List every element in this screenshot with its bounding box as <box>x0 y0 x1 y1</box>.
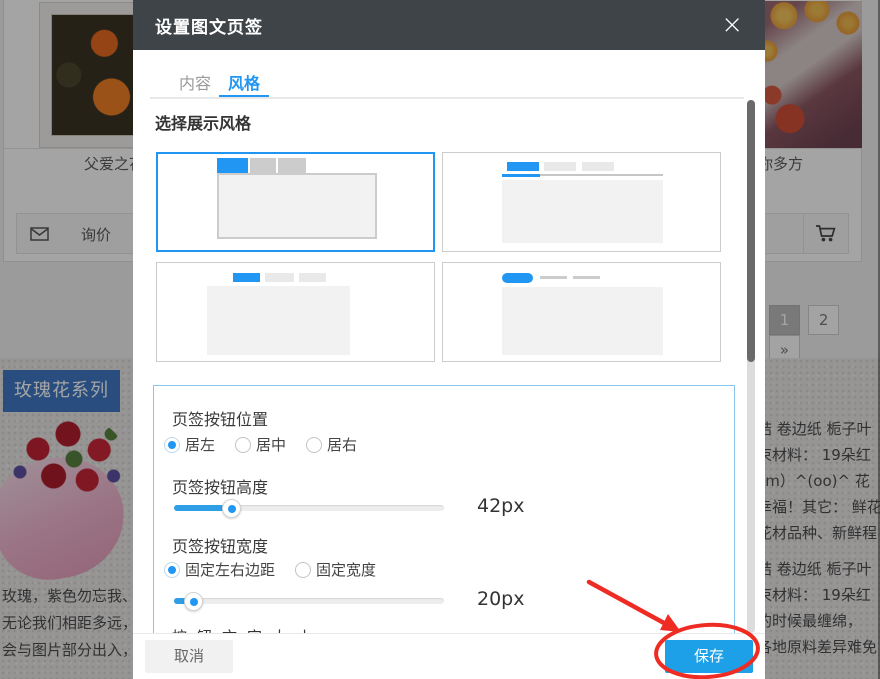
radio-icon <box>306 437 322 453</box>
preview-dash <box>540 276 567 279</box>
radio-align-right[interactable]: 居右 <box>306 434 357 455</box>
preview-tab <box>299 273 326 282</box>
close-icon[interactable]: × <box>721 12 743 38</box>
position-radio-group: 居左 居中 居右 <box>164 434 377 455</box>
preview-tab <box>278 158 306 173</box>
radio-fixed-width[interactable]: 固定宽度 <box>295 559 376 580</box>
cancel-button[interactable]: 取消 <box>145 640 233 673</box>
radio-icon <box>164 437 180 453</box>
preview-active-underline <box>502 174 540 177</box>
tab-content[interactable]: 内容 <box>179 70 211 99</box>
modal-footer: 取消 保存 <box>133 633 765 679</box>
preview-tab <box>544 162 576 171</box>
field-label-height: 页签按钮高度 <box>172 474 268 498</box>
width-radio-group: 固定左右边距 固定宽度 <box>164 559 396 580</box>
radio-fixed-margins[interactable]: 固定左右边距 <box>164 559 275 580</box>
preview-dash <box>573 276 600 279</box>
style-option-tabs-left-underline[interactable] <box>442 152 721 252</box>
screenshot-stage: 父爱之花 询价 你多方 <box>0 0 880 679</box>
modal-body: 内容 风格 选择展示风格 <box>133 50 765 633</box>
preview-tab <box>582 162 614 171</box>
modal-scrollbar-thumb[interactable] <box>747 100 755 362</box>
radio-align-center[interactable]: 居中 <box>235 434 286 455</box>
slider-handle[interactable] <box>222 499 241 518</box>
height-value: 42px <box>477 495 524 517</box>
width-value: 20px <box>477 588 524 610</box>
preview-content <box>502 287 663 355</box>
preview-tab <box>265 273 294 282</box>
preview-active-tab <box>217 158 248 173</box>
style-option-tabs-centered[interactable] <box>156 262 435 362</box>
style-option-tabs-attached-box[interactable] <box>156 152 435 252</box>
tab-style[interactable]: 风格 <box>219 70 269 97</box>
slider-track[interactable] <box>174 598 444 604</box>
preview-tab <box>250 158 276 173</box>
field-label-font-size-clipped: 按钮文字大小 <box>172 626 322 633</box>
preview-content <box>502 180 663 243</box>
radio-icon <box>235 437 251 453</box>
width-slider[interactable]: 20px <box>174 592 444 611</box>
modal-header: 设置图文页签 × <box>133 0 765 50</box>
preview-content <box>217 173 377 239</box>
section-title: 选择展示风格 <box>155 110 251 134</box>
preview-active-pill <box>502 273 533 283</box>
preview-active-tab <box>507 162 539 171</box>
modal-tabs: 内容 风格 <box>150 70 744 99</box>
save-button[interactable]: 保存 <box>665 640 753 673</box>
radio-align-left[interactable]: 居左 <box>164 434 215 455</box>
field-label-position: 页签按钮位置 <box>172 406 268 430</box>
slider-handle[interactable] <box>184 592 203 611</box>
style-settings-panel: 页签按钮位置 居左 居中 居右 页签按钮高度 <box>153 385 735 633</box>
radio-icon <box>164 562 180 578</box>
preview-content <box>207 286 350 355</box>
settings-modal: 设置图文页签 × 内容 风格 选择展示风格 <box>133 0 765 679</box>
preview-active-tab <box>233 273 260 282</box>
modal-title: 设置图文页签 <box>155 13 263 38</box>
field-label-width: 页签按钮宽度 <box>172 533 268 557</box>
style-option-tab-pill[interactable] <box>442 262 721 362</box>
radio-icon <box>295 562 311 578</box>
height-slider[interactable]: 42px <box>174 499 444 518</box>
